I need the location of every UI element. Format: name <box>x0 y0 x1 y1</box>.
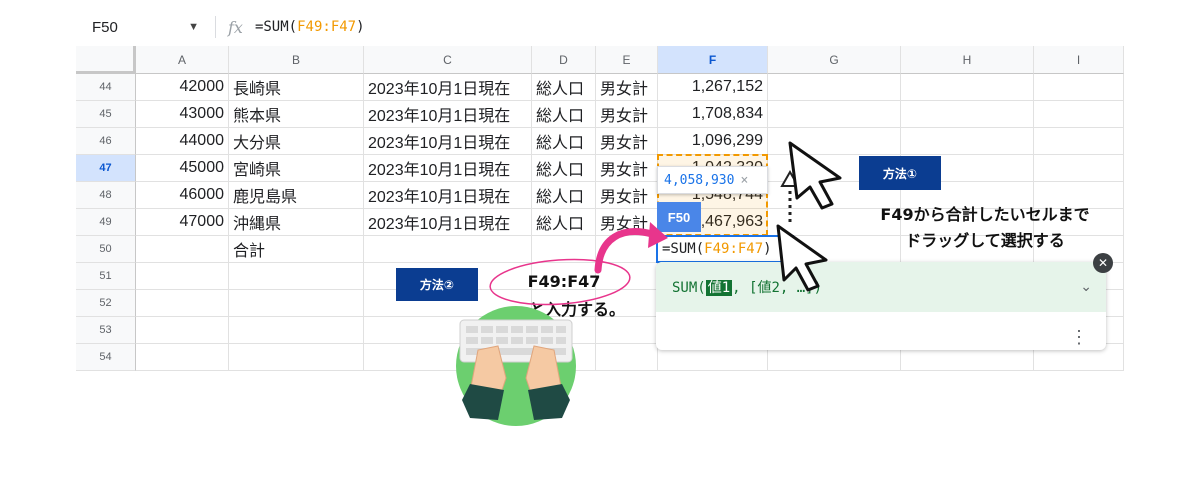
annotation-overlay <box>456 141 842 426</box>
pink-arrow-head <box>648 222 668 248</box>
cursor-pointer-icon-2 <box>776 224 828 292</box>
cursor-pointer-icon <box>788 141 842 210</box>
highlight-ellipse <box>489 258 631 306</box>
pink-arrow-shaft <box>594 228 656 274</box>
keyboard-typing-icon <box>456 306 576 426</box>
